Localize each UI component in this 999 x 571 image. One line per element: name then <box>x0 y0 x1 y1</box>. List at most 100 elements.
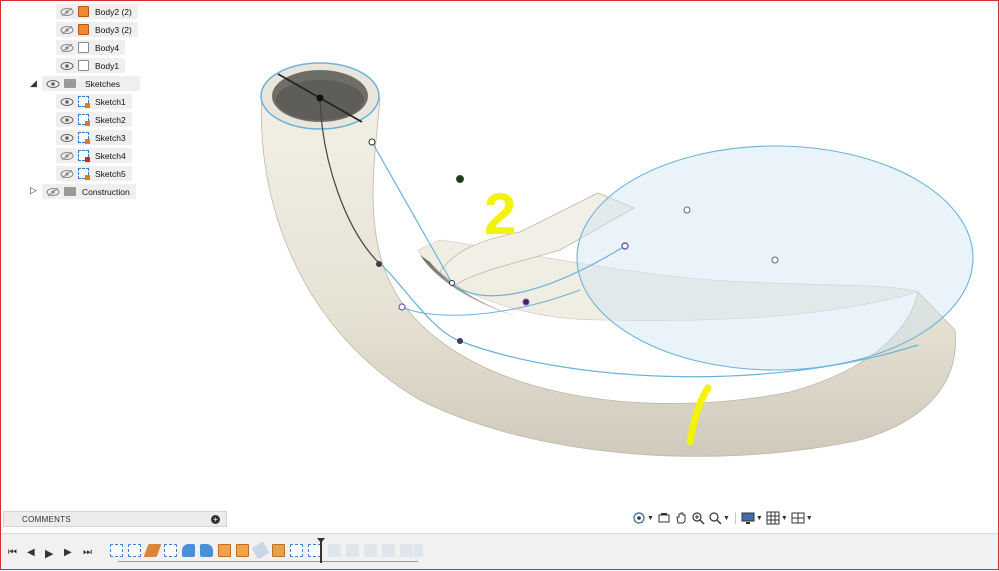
browser-item-sketch1[interactable]: Sketch1 <box>56 94 132 109</box>
orange-body-icon <box>78 24 89 35</box>
sketch-warning-icon <box>78 150 90 162</box>
visibility-icon[interactable] <box>60 97 74 107</box>
browser-item-label: Body4 <box>95 42 120 53</box>
comments-label: COMMENTS <box>22 514 72 524</box>
navigation-toolbar: ▼ ▼ ▼ ▼ ▼ <box>632 509 813 527</box>
sketch-point[interactable] <box>683 206 691 214</box>
browser-item-label: Body3 (2) <box>95 24 132 35</box>
sketch-point[interactable] <box>456 175 464 183</box>
timeline-sketch-icon[interactable] <box>290 544 303 557</box>
comments-panel[interactable]: COMMENTS + <box>3 511 227 527</box>
timeline-suppressed-feature-icon[interactable] <box>400 544 413 557</box>
browser-item-body1[interactable]: Body1 <box>56 58 126 73</box>
browser-item-label: Sketch2 <box>95 114 126 125</box>
timeline-body-icon[interactable] <box>272 544 285 557</box>
browser-item-label: Body1 <box>95 60 120 71</box>
browser-item-body2[interactable]: Body2 (2) <box>56 4 138 19</box>
sketch-point[interactable] <box>316 94 324 102</box>
visibility-icon[interactable] <box>60 133 74 143</box>
timeline-revolve-icon[interactable] <box>182 544 195 557</box>
visibility-hidden-icon[interactable] <box>46 187 60 197</box>
browser-item-label: Sketch4 <box>95 150 126 161</box>
sketch-point[interactable] <box>621 242 629 250</box>
sketch-icon <box>78 168 90 180</box>
pan-hand-icon <box>676 512 686 524</box>
display-settings-button[interactable]: ▼ <box>741 510 763 526</box>
timeline-suppressed-feature-icon[interactable] <box>328 544 341 557</box>
orange-body-icon <box>78 6 89 17</box>
viewports-icon <box>791 512 805 524</box>
play-icon[interactable]: ▶ <box>45 547 53 560</box>
sketch-icon <box>78 96 90 108</box>
folder-label: Sketches <box>85 78 120 89</box>
look-at-button[interactable] <box>657 510 671 526</box>
visibility-icon[interactable] <box>60 115 74 125</box>
sketch-point[interactable] <box>449 280 455 286</box>
viewports-button[interactable]: ▼ <box>791 510 813 526</box>
timeline-suppressed-feature-icon[interactable] <box>382 544 395 557</box>
go-to-start-icon[interactable]: ⏮ <box>8 547 17 558</box>
visibility-hidden-icon[interactable] <box>60 151 74 161</box>
timeline-sweep-icon[interactable] <box>236 544 249 557</box>
browser-item-sketch2[interactable]: Sketch2 <box>56 112 132 127</box>
sketch-line[interactable] <box>371 141 453 284</box>
model-view: 2 <box>260 62 974 457</box>
add-comment-icon[interactable]: + <box>211 514 220 524</box>
browser-item-sketch3[interactable]: Sketch3 <box>56 130 132 145</box>
browser-item-body4[interactable]: Body4 <box>56 40 126 55</box>
step-forward-icon[interactable]: ▶︎ <box>64 547 72 558</box>
timeline-suppressed-feature-icon[interactable] <box>414 544 423 557</box>
timeline-split-icon[interactable] <box>251 541 270 560</box>
timeline-suppressed-feature-icon[interactable] <box>364 544 377 557</box>
orbit-button[interactable]: ▼ <box>632 510 654 526</box>
timeline-sketch-icon[interactable] <box>110 544 123 557</box>
visibility-icon[interactable] <box>46 79 60 89</box>
visibility-hidden-icon[interactable] <box>60 43 74 53</box>
grid-settings-button[interactable]: ▼ <box>766 510 788 526</box>
browser-folder-sketches[interactable]: Sketches <box>42 76 140 91</box>
toolbar-separator <box>734 512 736 524</box>
visibility-icon[interactable] <box>60 61 74 71</box>
pan-button[interactable] <box>674 510 688 526</box>
timeline-extrude-icon[interactable] <box>143 544 162 557</box>
timeline-sketch-icon[interactable] <box>164 544 177 557</box>
zoom-window-icon <box>709 512 722 525</box>
browser-folder-construction[interactable]: Construction <box>42 184 136 199</box>
browser-item-body3[interactable]: Body3 (2) <box>56 22 138 37</box>
browser-item-label: Body2 (2) <box>95 6 132 17</box>
zoom-button[interactable] <box>691 510 705 526</box>
timeline-revolve-icon[interactable] <box>200 544 213 557</box>
sketch-point[interactable] <box>457 338 463 344</box>
timeline-sketch-icon[interactable] <box>128 544 141 557</box>
fit-button[interactable]: ▼ <box>708 510 730 526</box>
timeline-sweep-icon[interactable] <box>218 544 231 557</box>
timeline-marker[interactable] <box>317 538 325 563</box>
collapse-triangle-icon[interactable]: ◢ <box>30 78 38 89</box>
timeline-bar: ⏮ ◀︎ ▶ ▶︎ ⏭ <box>0 533 999 571</box>
browser-item-label: Sketch1 <box>95 96 126 107</box>
timeline-suppressed-feature-icon[interactable] <box>346 544 359 557</box>
folder-icon <box>64 79 76 88</box>
sketch-point[interactable] <box>376 261 382 267</box>
visibility-hidden-icon[interactable] <box>60 7 74 17</box>
go-to-end-icon[interactable]: ⏭ <box>83 547 92 558</box>
body-icon <box>78 60 89 71</box>
browser-item-sketch5[interactable]: Sketch5 <box>56 166 132 181</box>
canvas-viewport[interactable]: 2 <box>0 0 999 505</box>
visibility-hidden-icon[interactable] <box>60 25 74 35</box>
sketch-point[interactable] <box>368 138 376 146</box>
markup-label-2: 2 <box>484 182 516 247</box>
step-back-icon[interactable]: ◀︎ <box>27 547 35 558</box>
sketch-point[interactable] <box>522 298 530 306</box>
visibility-hidden-icon[interactable] <box>60 169 74 179</box>
expand-triangle-icon[interactable]: ▷ <box>30 185 38 196</box>
browser-item-sketch4[interactable]: Sketch4 <box>56 148 132 163</box>
sketch-icon <box>78 132 90 144</box>
folder-icon <box>64 187 76 196</box>
sketch-point[interactable] <box>398 303 406 311</box>
sketch-icon <box>78 114 90 126</box>
browser-item-label: Sketch5 <box>95 168 126 179</box>
sketch-point[interactable] <box>771 256 779 264</box>
grid-icon <box>766 511 780 525</box>
zoom-icon <box>692 512 705 525</box>
